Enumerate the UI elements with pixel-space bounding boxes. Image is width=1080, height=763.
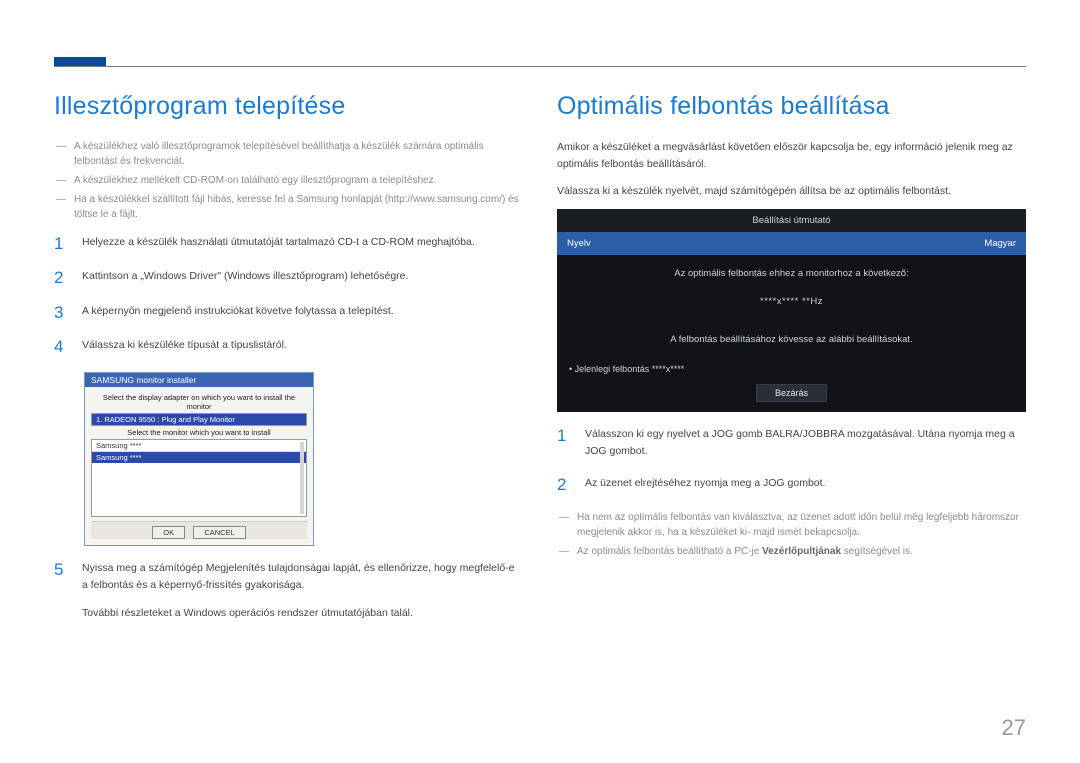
step-row: 5 Nyissa meg a számítógép Megjelenítés t… <box>54 560 523 624</box>
step-row: 2 Kattintson a „Windows Driver" (Windows… <box>54 268 523 288</box>
right-heading: Optimális felbontás beállítása <box>557 92 1026 121</box>
osd-close-button[interactable]: Bezárás <box>756 384 827 402</box>
step5-main: Nyissa meg a számítógép Megjelenítés tul… <box>82 562 515 592</box>
content-columns: Illesztőprogram telepítése ― A készülékh… <box>54 92 1026 703</box>
osd-language-row[interactable]: Nyelv Magyar <box>557 232 1026 255</box>
note-line: ― Ha a készülékkel szállított fájl hibás… <box>54 192 523 222</box>
step-number: 1 <box>54 234 68 254</box>
osd-title: Beállítási útmutató <box>557 209 1026 232</box>
step-text: Az üzenet elrejtéséhez nyomja meg a JOG … <box>585 475 1026 493</box>
installer-list-row[interactable]: Samsung **** <box>92 440 306 452</box>
installer-body: Select the display adapter on which you … <box>85 387 313 545</box>
step-row: 1 Helyezze a készülék használati útmutat… <box>54 234 523 254</box>
note-dash: ― <box>557 544 571 559</box>
scrollbar[interactable] <box>300 442 304 514</box>
osd-body: Az optimális felbontás ehhez a monitorho… <box>557 255 1026 357</box>
step-text: Helyezze a készülék használati útmutatój… <box>82 234 523 252</box>
osd-close-row: Bezárás <box>557 384 1026 412</box>
osd-language-value: Magyar <box>984 238 1016 249</box>
right-column: Optimális felbontás beállítása Amikor a … <box>557 92 1026 703</box>
note-text: A készülékhez mellékelt CD-ROM-on találh… <box>74 173 523 188</box>
installer-titlebar: SAMSUNG monitor installer <box>85 373 313 387</box>
note-dash: ― <box>54 192 68 222</box>
osd-language-label: Nyelv <box>567 238 591 249</box>
note-pre: Az optimális felbontás beállítható a PC-… <box>577 546 762 557</box>
osd-line2: A felbontás beállításához kövesse az alá… <box>569 331 1014 349</box>
step-text: Válassza ki készüléke típusát a típuslis… <box>82 337 523 355</box>
step-text: Válasszon ki egy nyelvet a JOG gomb BALR… <box>585 426 1026 462</box>
step-text: A képernyőn megjelenő instrukciókat köve… <box>82 303 523 321</box>
osd-resolution-placeholder: ****x**** **Hz <box>569 293 1014 311</box>
note-text: Ha a készülékkel szállított fájl hibás, … <box>74 192 523 222</box>
right-steps: 1 Válasszon ki egy nyelvet a JOG gomb BA… <box>557 426 1026 496</box>
osd-line1: Az optimális felbontás ehhez a monitorho… <box>569 265 1014 283</box>
installer-monitor-list[interactable]: Samsung **** Samsung **** <box>91 439 307 517</box>
left-column: Illesztőprogram telepítése ― A készülékh… <box>54 92 523 703</box>
note-dash: ― <box>54 139 68 169</box>
step5-extra: További részleteket a Windows operációs … <box>82 605 523 623</box>
note-bold: Vezérlőpultjának <box>762 546 841 557</box>
note-text: A készülékhez való illesztőprogramok tel… <box>74 139 523 169</box>
step-number: 5 <box>54 560 68 580</box>
right-intro-1: Amikor a készüléket a megvásárlást követ… <box>557 139 1026 173</box>
note-dash: ― <box>54 173 68 188</box>
osd-current-resolution: • Jelenlegi felbontás ****x**** <box>557 358 1026 384</box>
left-heading: Illesztőprogram telepítése <box>54 92 523 121</box>
note-line: ― A készülékhez mellékelt CD-ROM-on talá… <box>54 173 523 188</box>
right-intro-2: Válassza ki a készülék nyelvét, majd szá… <box>557 183 1026 200</box>
step-number: 2 <box>54 268 68 288</box>
installer-list-row[interactable]: Samsung **** <box>92 452 306 463</box>
note-line: ― Az optimális felbontás beállítható a P… <box>557 544 1026 559</box>
osd-panel: Beállítási útmutató Nyelv Magyar Az opti… <box>557 209 1026 411</box>
step-row: 2 Az üzenet elrejtéséhez nyomja meg a JO… <box>557 475 1026 495</box>
step-row: 1 Válasszon ki egy nyelvet a JOG gomb BA… <box>557 426 1026 462</box>
step-number: 3 <box>54 303 68 323</box>
note-post: segítségével is. <box>841 546 913 557</box>
cancel-button[interactable]: CANCEL <box>193 526 245 539</box>
page-number: 27 <box>1002 715 1026 741</box>
left-steps: 1 Helyezze a készülék használati útmutat… <box>54 234 523 358</box>
installer-buttons: OK CANCEL <box>91 521 307 539</box>
step-row: 3 A képernyőn megjelenő instrukciókat kö… <box>54 303 523 323</box>
step-number: 4 <box>54 337 68 357</box>
note-text: Ha nem az optimális felbontás van kivála… <box>577 510 1026 540</box>
step-text: Nyissa meg a számítógép Megjelenítés tul… <box>82 560 523 624</box>
header-rule <box>54 66 1026 67</box>
installer-adapter-option[interactable]: 1. RADEON 9550 : Plug and Play Monitor <box>92 414 306 425</box>
installer-window: SAMSUNG monitor installer Select the dis… <box>84 372 314 546</box>
step-number: 1 <box>557 426 571 446</box>
installer-prompt: Select the monitor which you want to ins… <box>91 428 307 437</box>
step-number: 2 <box>557 475 571 495</box>
note-dash: ― <box>557 510 571 540</box>
note-text: Az optimális felbontás beállítható a PC-… <box>577 544 1026 559</box>
step-text: Kattintson a „Windows Driver" (Windows i… <box>82 268 523 286</box>
step-row: 4 Válassza ki készüléke típusát a típusl… <box>54 337 523 357</box>
ok-button[interactable]: OK <box>152 526 185 539</box>
installer-prompt: Select the display adapter on which you … <box>91 393 307 411</box>
note-line: ― A készülékhez való illesztőprogramok t… <box>54 139 523 169</box>
note-line: ― Ha nem az optimális felbontás van kivá… <box>557 510 1026 540</box>
installer-adapter-select[interactable]: 1. RADEON 9550 : Plug and Play Monitor <box>91 413 307 426</box>
